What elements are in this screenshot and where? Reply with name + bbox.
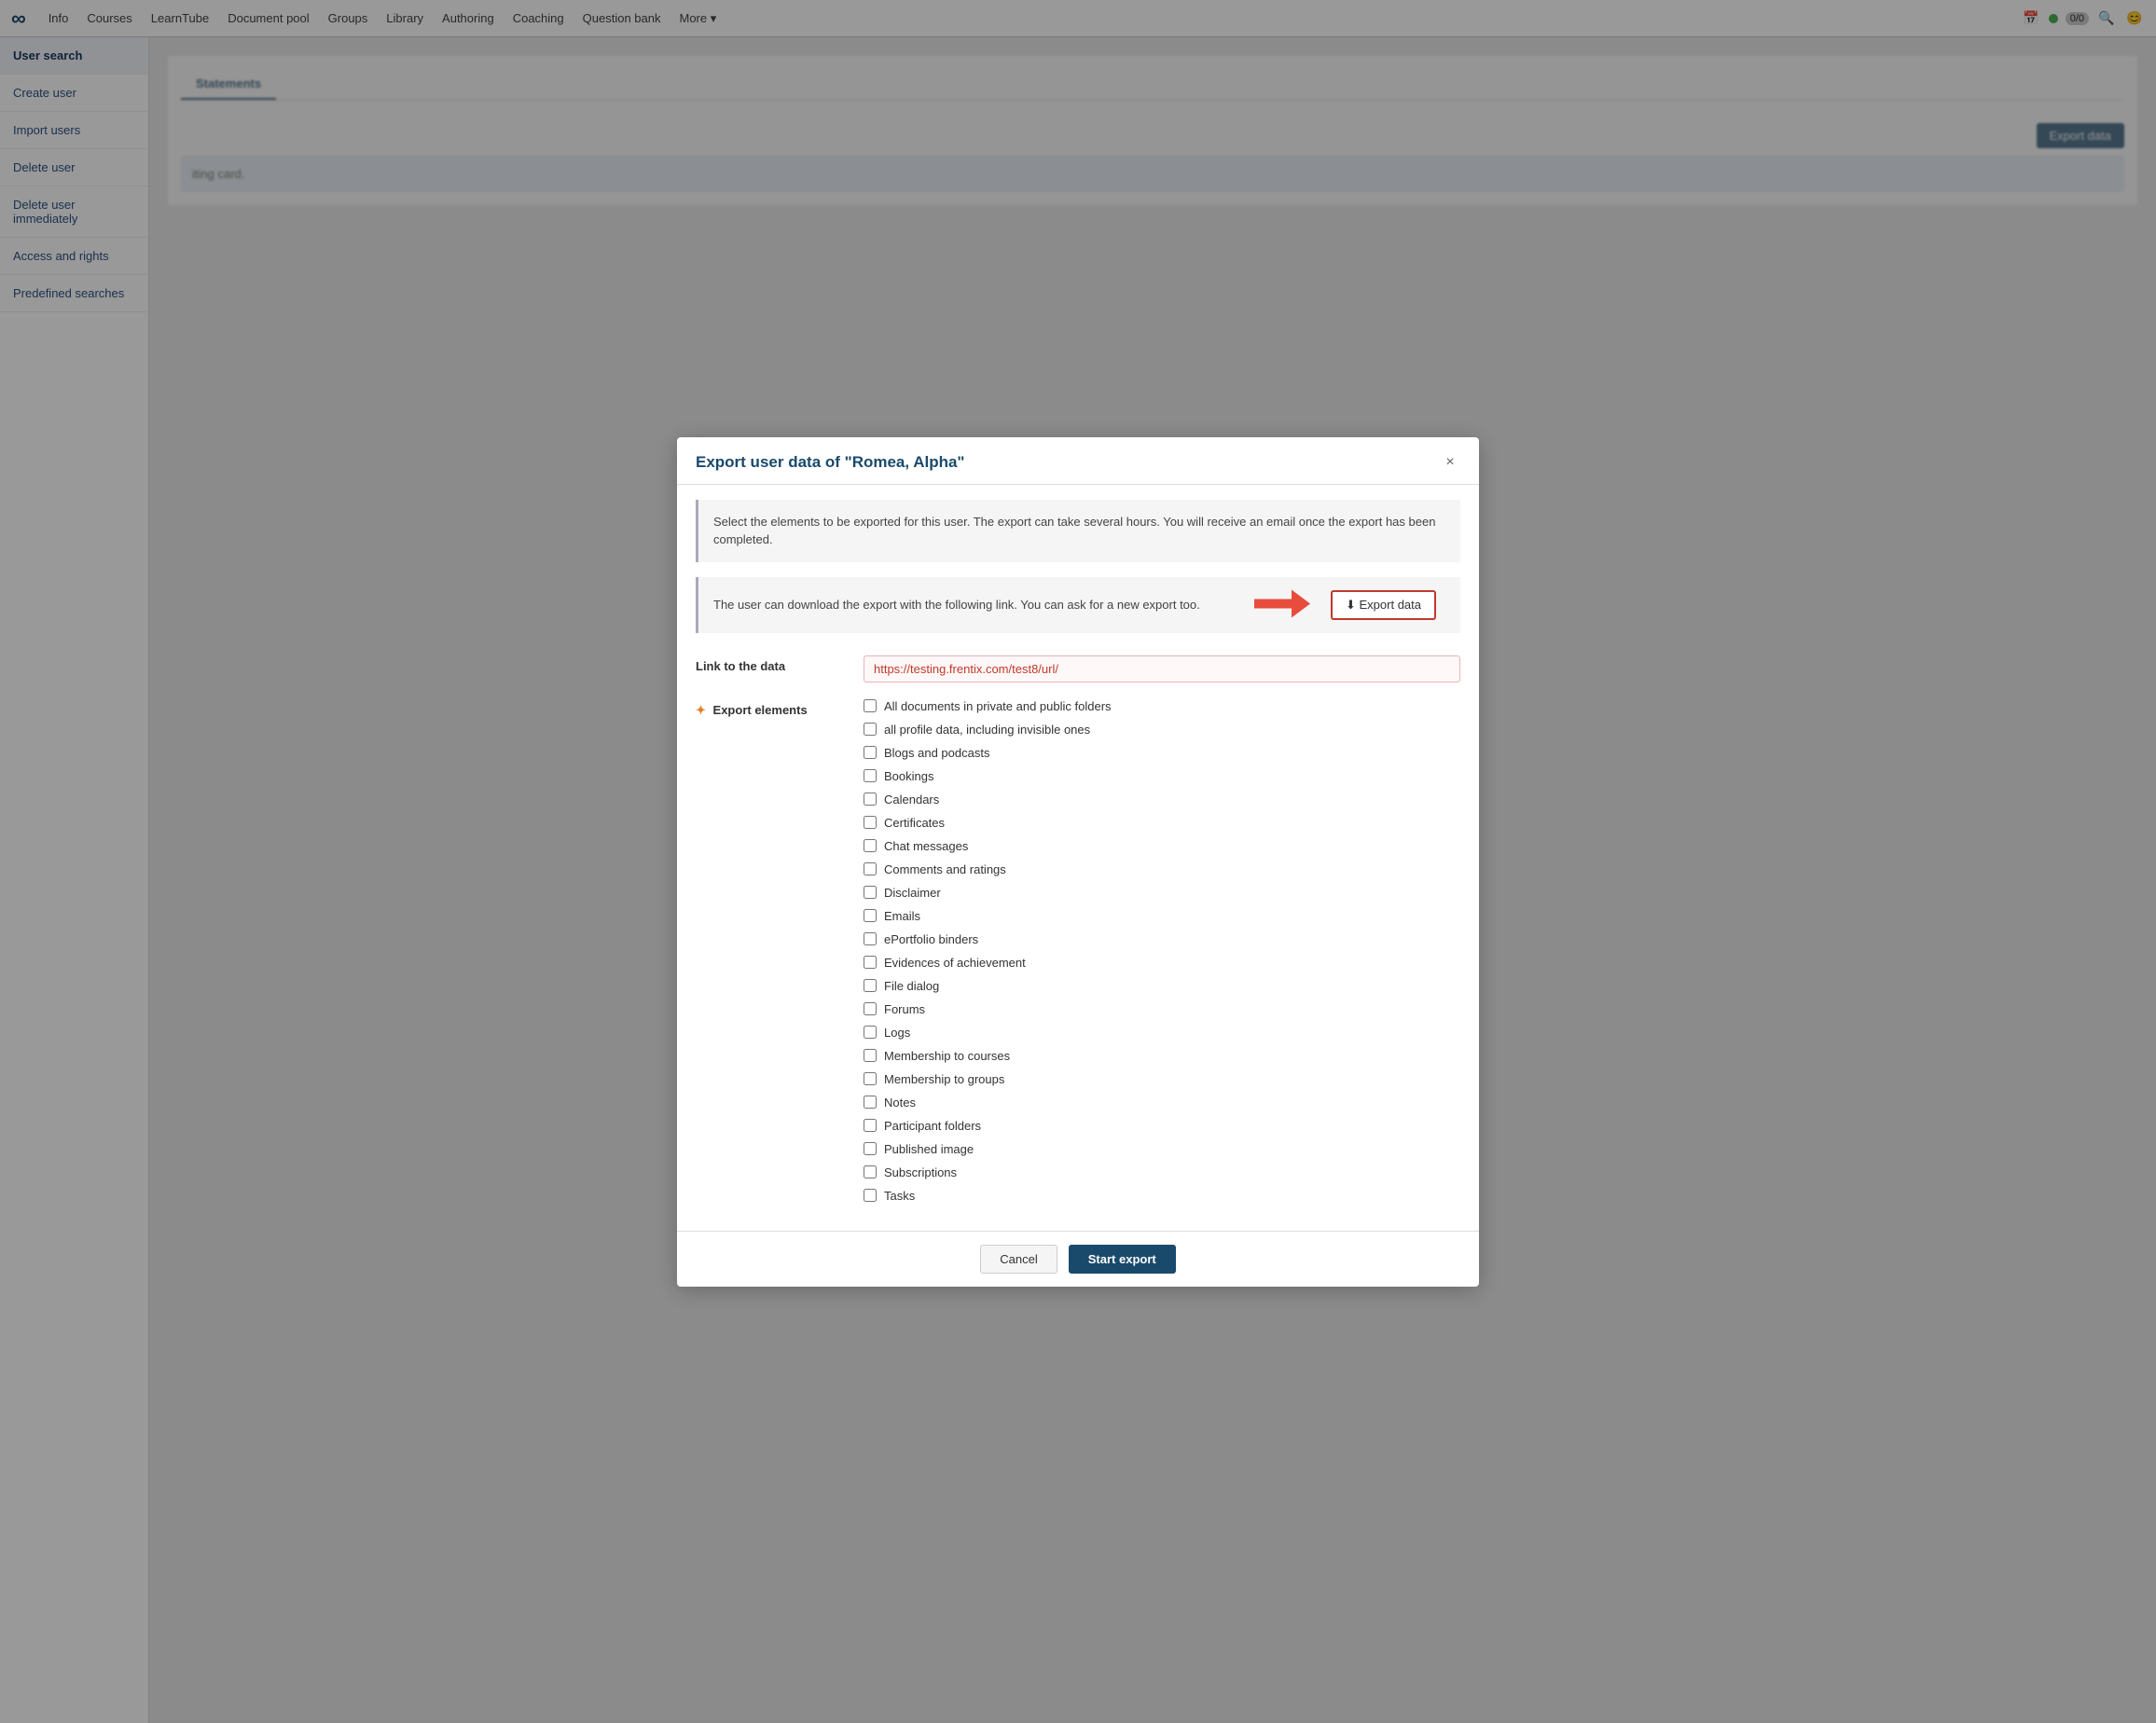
modal-close-button[interactable]: × — [1440, 452, 1460, 473]
modal-body: Select the elements to be exported for t… — [677, 500, 1479, 1231]
red-arrow-indicator — [1254, 589, 1310, 620]
export-checkbox-label-20: Subscriptions — [884, 1165, 957, 1179]
checkbox-item: Emails — [864, 909, 1112, 923]
checkbox-item: Participant folders — [864, 1119, 1112, 1133]
modal-header: Export user data of "Romea, Alpha" × — [677, 437, 1479, 485]
start-export-button[interactable]: Start export — [1069, 1245, 1176, 1274]
export-modal: Export user data of "Romea, Alpha" × Sel… — [677, 437, 1479, 1287]
checkbox-item: Notes — [864, 1096, 1112, 1110]
export-checkbox-label-17: Notes — [884, 1096, 916, 1110]
checkbox-item: Evidences of achievement — [864, 956, 1112, 970]
export-checkbox-6[interactable] — [864, 839, 877, 852]
download-info-text: The user can download the export with th… — [713, 598, 1200, 612]
export-elements-text: Export elements — [713, 703, 808, 717]
export-checkbox-label-8: Disclaimer — [884, 886, 941, 900]
export-checkbox-label-12: File dialog — [884, 979, 939, 993]
export-elements-label: ✦ Export elements — [696, 699, 864, 718]
checkbox-item: Membership to groups — [864, 1072, 1112, 1086]
checkbox-item: ePortfolio binders — [864, 932, 1112, 946]
export-checkbox-label-16: Membership to groups — [884, 1072, 1004, 1086]
export-checkbox-label-13: Forums — [884, 1002, 925, 1016]
form-section: Link to the data ✦ Export elements All d… — [677, 644, 1479, 1231]
checkbox-item: Chat messages — [864, 839, 1112, 853]
export-checkbox-label-4: Calendars — [884, 793, 939, 806]
export-checkbox-14[interactable] — [864, 1026, 877, 1039]
cancel-button[interactable]: Cancel — [980, 1245, 1057, 1274]
export-checkbox-4[interactable] — [864, 793, 877, 806]
export-checkbox-16[interactable] — [864, 1072, 877, 1085]
checkbox-item: Logs — [864, 1026, 1112, 1040]
export-checkbox-8[interactable] — [864, 886, 877, 899]
checkbox-item: Bookings — [864, 769, 1112, 783]
export-data-area: ⬇ Export data — [1331, 590, 1445, 620]
export-checkbox-label-6: Chat messages — [884, 839, 968, 853]
export-checkbox-11[interactable] — [864, 956, 877, 969]
link-label: Link to the data — [696, 655, 864, 673]
checkbox-item: Blogs and podcasts — [864, 746, 1112, 760]
checkbox-item: Published image — [864, 1142, 1112, 1156]
export-checkbox-label-18: Participant folders — [884, 1119, 981, 1133]
checkbox-item: File dialog — [864, 979, 1112, 993]
export-checkbox-5[interactable] — [864, 816, 877, 829]
checkbox-item: Certificates — [864, 816, 1112, 830]
modal-title: Export user data of "Romea, Alpha" — [696, 453, 965, 472]
export-elements-row: ✦ Export elements All documents in priva… — [696, 699, 1460, 1203]
checkbox-item: Tasks — [864, 1189, 1112, 1203]
info-box: Select the elements to be exported for t… — [696, 500, 1460, 562]
link-input[interactable] — [864, 655, 1460, 682]
export-checkbox-15[interactable] — [864, 1049, 877, 1062]
checkbox-item: all profile data, including invisible on… — [864, 723, 1112, 737]
export-checkbox-label-2: Blogs and podcasts — [884, 746, 989, 760]
checkbox-item: Disclaimer — [864, 886, 1112, 900]
required-star: ✦ — [696, 703, 706, 717]
export-checkbox-9[interactable] — [864, 909, 877, 922]
export-checkbox-0[interactable] — [864, 699, 877, 712]
checkbox-list: All documents in private and public fold… — [864, 699, 1112, 1203]
checkbox-item: All documents in private and public fold… — [864, 699, 1112, 713]
export-checkbox-label-5: Certificates — [884, 816, 945, 830]
checkbox-item: Membership to courses — [864, 1049, 1112, 1063]
export-checkbox-12[interactable] — [864, 979, 877, 992]
export-checkbox-label-15: Membership to courses — [884, 1049, 1010, 1063]
export-checkbox-label-7: Comments and ratings — [884, 862, 1006, 876]
modal-overlay[interactable]: Export user data of "Romea, Alpha" × Sel… — [0, 0, 2156, 1723]
export-data-button[interactable]: ⬇ Export data — [1331, 590, 1436, 620]
export-checkbox-18[interactable] — [864, 1119, 877, 1132]
export-checkbox-10[interactable] — [864, 932, 877, 945]
export-checkbox-1[interactable] — [864, 723, 877, 736]
export-checkbox-label-3: Bookings — [884, 769, 933, 783]
checkbox-item: Calendars — [864, 793, 1112, 806]
checkbox-item: Comments and ratings — [864, 862, 1112, 876]
export-checkbox-label-9: Emails — [884, 909, 920, 923]
modal-footer: Cancel Start export — [677, 1231, 1479, 1287]
export-checkbox-label-10: ePortfolio binders — [884, 932, 978, 946]
export-checkbox-label-19: Published image — [884, 1142, 974, 1156]
export-checkbox-19[interactable] — [864, 1142, 877, 1155]
export-checkbox-21[interactable] — [864, 1189, 877, 1202]
export-checkbox-7[interactable] — [864, 862, 877, 875]
checkbox-item: Forums — [864, 1002, 1112, 1016]
checkbox-item: Subscriptions — [864, 1165, 1112, 1179]
export-checkbox-13[interactable] — [864, 1002, 877, 1015]
export-checkbox-label-11: Evidences of achievement — [884, 956, 1026, 970]
export-checkbox-label-21: Tasks — [884, 1189, 915, 1203]
export-checkbox-label-0: All documents in private and public fold… — [884, 699, 1112, 713]
link-row: Link to the data — [696, 655, 1460, 682]
export-checkbox-17[interactable] — [864, 1096, 877, 1109]
export-checkbox-label-1: all profile data, including invisible on… — [884, 723, 1090, 737]
export-checkbox-20[interactable] — [864, 1165, 877, 1179]
export-checkbox-2[interactable] — [864, 746, 877, 759]
export-checkbox-label-14: Logs — [884, 1026, 910, 1040]
info-text: Select the elements to be exported for t… — [713, 515, 1435, 547]
download-info-box: The user can download the export with th… — [696, 577, 1460, 633]
export-checkbox-3[interactable] — [864, 769, 877, 782]
